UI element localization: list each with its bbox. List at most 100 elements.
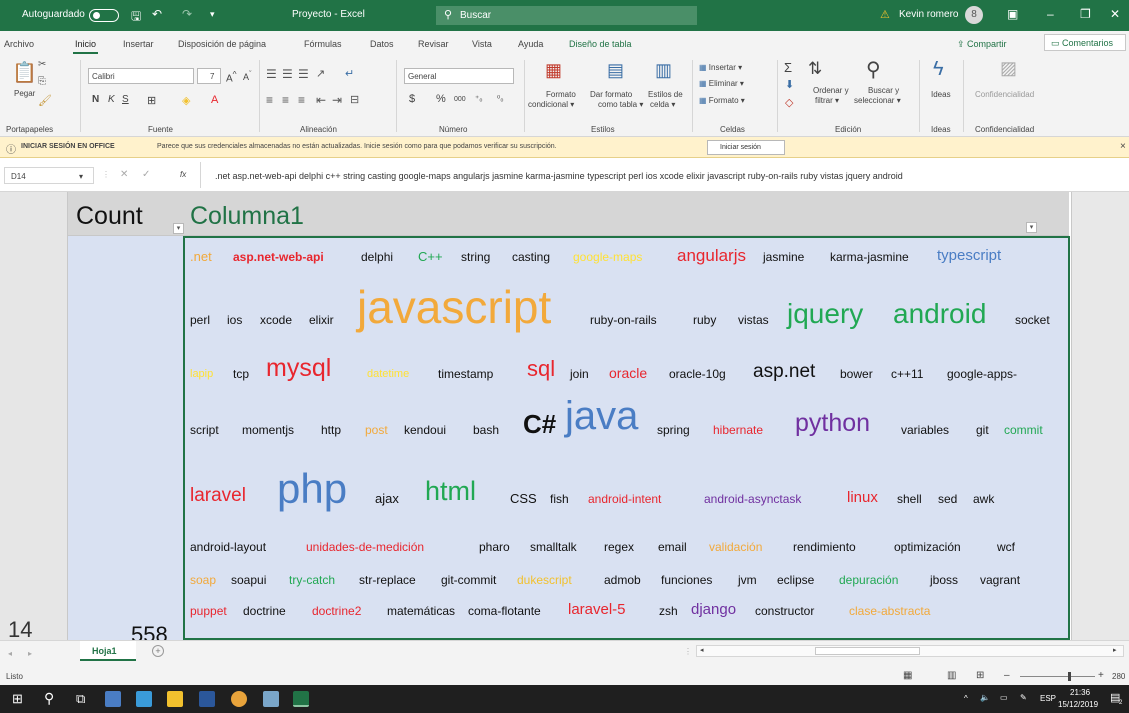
- thousands-button[interactable]: 000: [454, 96, 466, 103]
- app-icon[interactable]: [105, 691, 121, 707]
- tab-insertar[interactable]: Insertar: [123, 39, 154, 49]
- restore-icon[interactable]: ❐: [1080, 7, 1091, 21]
- windows-start-icon[interactable]: ⊞: [12, 691, 23, 707]
- percent-button[interactable]: %: [436, 93, 446, 105]
- comments-button[interactable]: ▭ Comentarios: [1044, 34, 1126, 51]
- font-name-select[interactable]: Calibri: [88, 68, 194, 84]
- orientation-icon[interactable]: ↗: [316, 67, 325, 80]
- share-button[interactable]: ⇪ Compartir: [957, 39, 1007, 50]
- close-icon[interactable]: ✕: [1110, 7, 1120, 21]
- minimize-icon[interactable]: –: [1047, 7, 1054, 21]
- underline-button[interactable]: S: [122, 94, 129, 105]
- format-painter-icon[interactable]: 🖌: [38, 94, 52, 107]
- bold-button[interactable]: N: [92, 94, 99, 105]
- zoom-out-icon[interactable]: –: [1004, 670, 1010, 681]
- tab-vista[interactable]: Vista: [472, 39, 492, 49]
- normal-view-icon[interactable]: ▦: [903, 670, 912, 681]
- cancel-icon[interactable]: ✕: [120, 169, 128, 180]
- decrease-decimal-icon[interactable]: ⁰₀: [497, 94, 504, 103]
- autosave-toggle[interactable]: [89, 9, 119, 22]
- font-color-icon[interactable]: A: [211, 94, 218, 106]
- cell-styles-l2[interactable]: celda ▾: [650, 100, 675, 109]
- tab-inicio[interactable]: Inicio: [72, 39, 99, 54]
- cond-format-l1[interactable]: Formato: [546, 90, 576, 99]
- increase-decimal-icon[interactable]: ⁺₀: [475, 94, 483, 103]
- number-format-select[interactable]: General: [404, 68, 514, 84]
- search-icon[interactable]: ⚲: [44, 690, 54, 707]
- currency-button[interactable]: $: [409, 93, 415, 105]
- conditional-format-icon[interactable]: ▦: [545, 60, 562, 81]
- cell-styles-l1[interactable]: Estilos de: [648, 90, 683, 99]
- ideas-icon[interactable]: ϟ: [933, 58, 944, 81]
- customize-qat-icon[interactable]: ▾: [210, 9, 215, 20]
- tab-archivo[interactable]: Archivo: [4, 39, 34, 49]
- row-number[interactable]: 14: [8, 619, 32, 641]
- fill-icon[interactable]: ⬇: [785, 78, 794, 91]
- align-center-icon[interactable]: ≡: [282, 93, 289, 107]
- close-notification-icon[interactable]: ×: [1120, 141, 1126, 152]
- save-icon[interactable]: 🖫: [131, 7, 141, 28]
- filter-dropdown-icon[interactable]: ▾: [173, 223, 184, 234]
- tab-revisar[interactable]: Revisar: [418, 39, 449, 49]
- scroll-left-arrow-icon[interactable]: ◂: [700, 646, 704, 654]
- insert-button[interactable]: ▦ Insertar ▾: [699, 63, 742, 72]
- scroll-right-arrow-icon[interactable]: ▸: [1113, 646, 1117, 654]
- delete-button[interactable]: ▦ Eliminar ▾: [699, 79, 744, 88]
- sort-l1[interactable]: Ordenar y: [813, 86, 849, 95]
- zoom-slider[interactable]: [1020, 676, 1095, 677]
- filter-dropdown-icon[interactable]: ▾: [1026, 222, 1037, 233]
- word-icon[interactable]: [199, 691, 215, 707]
- pen-icon[interactable]: ✎: [1020, 693, 1027, 702]
- find-l1[interactable]: Buscar y: [868, 86, 899, 95]
- scroll-right-icon[interactable]: ▸: [28, 649, 32, 658]
- increase-indent-icon[interactable]: ⇥: [332, 93, 342, 107]
- search-box[interactable]: ⚲ Buscar: [436, 6, 697, 25]
- sort-filter-icon[interactable]: ⇅: [808, 59, 822, 79]
- page-break-icon[interactable]: ⊞: [976, 670, 984, 681]
- word-cloud-cell[interactable]: .net asp.net-web-api delphi C++ string c…: [183, 236, 1070, 640]
- clock-time[interactable]: 21:36: [1070, 688, 1090, 697]
- excel-icon[interactable]: [293, 691, 309, 707]
- volume-icon[interactable]: 🔈: [980, 693, 990, 702]
- scrollbar-thumb[interactable]: [815, 647, 920, 655]
- cut-icon[interactable]: ✂: [38, 59, 46, 70]
- fill-color-icon[interactable]: ◈: [182, 94, 190, 107]
- table-format-l1[interactable]: Dar formato: [590, 90, 632, 99]
- table-format-icon[interactable]: ▤: [607, 60, 624, 81]
- ribbon-display-icon[interactable]: ▣: [1007, 7, 1018, 21]
- decrease-indent-icon[interactable]: ⇤: [316, 93, 326, 107]
- clear-icon[interactable]: ◇: [785, 96, 793, 109]
- font-size-select[interactable]: 7: [197, 68, 221, 84]
- sort-l2[interactable]: filtrar ▾: [815, 96, 839, 105]
- table-format-l2[interactable]: como tabla ▾: [598, 100, 643, 109]
- columna1-header[interactable]: Columna1: [190, 204, 304, 229]
- page-layout-icon[interactable]: ▥: [947, 670, 956, 681]
- tab-ayuda[interactable]: Ayuda: [518, 39, 543, 49]
- language-indicator[interactable]: ESP: [1040, 694, 1056, 703]
- app-icon[interactable]: [263, 691, 279, 707]
- zoom-in-icon[interactable]: +: [1098, 670, 1104, 681]
- align-middle-icon[interactable]: ☰: [282, 67, 293, 81]
- tab-diseno-tabla[interactable]: Diseño de tabla: [569, 39, 632, 49]
- merge-center-icon[interactable]: ⊟: [350, 93, 359, 106]
- cond-format-l2[interactable]: condicional ▾: [528, 100, 574, 109]
- formula-input[interactable]: .net asp.net-web-api delphi c++ string c…: [200, 162, 1129, 188]
- find-l2[interactable]: seleccionar ▾: [854, 96, 901, 105]
- sheet-tab-hoja1[interactable]: Hoja1: [80, 641, 136, 661]
- format-button[interactable]: ▦ Formato ▾: [699, 96, 745, 105]
- sign-in-button[interactable]: Iniciar sesión: [707, 140, 785, 155]
- undo-icon[interactable]: ↶: [152, 7, 162, 21]
- split-handle-icon[interactable]: ⋮: [684, 647, 692, 656]
- enter-icon[interactable]: ✓: [142, 169, 150, 180]
- redo-icon[interactable]: ↷: [182, 7, 192, 21]
- file-explorer-icon[interactable]: [167, 691, 183, 707]
- paste-icon[interactable]: 📋: [12, 60, 37, 85]
- count-cell[interactable]: 558: [68, 236, 183, 646]
- user-name[interactable]: Kevin romero: [899, 9, 958, 20]
- grow-font-icon[interactable]: A^: [226, 69, 237, 84]
- italic-button[interactable]: K: [108, 94, 115, 105]
- copy-icon[interactable]: ⎘: [38, 76, 46, 87]
- tray-chevron-icon[interactable]: ^: [964, 694, 968, 703]
- tab-datos[interactable]: Datos: [370, 39, 394, 49]
- zoom-level[interactable]: 280: [1112, 672, 1125, 681]
